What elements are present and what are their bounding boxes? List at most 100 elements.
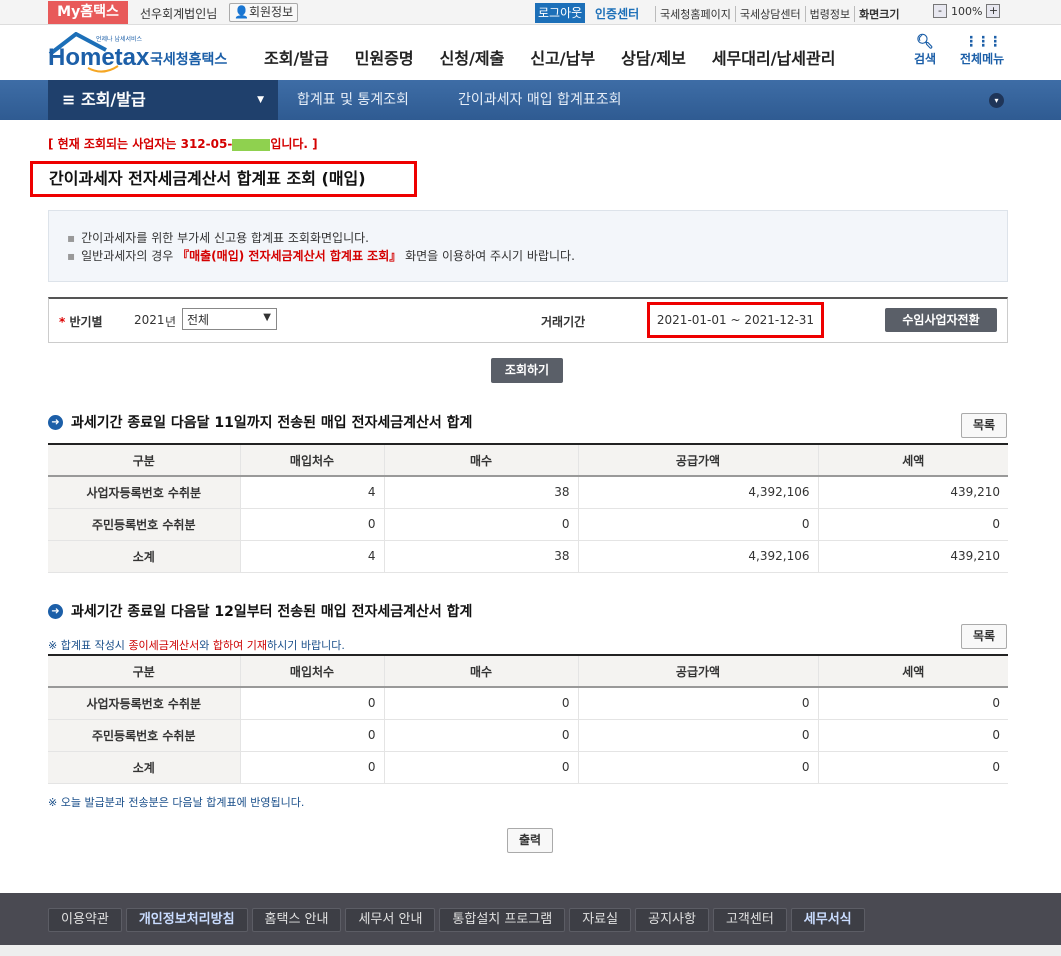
info-line: ▪ 일반과세자의 경우 『매출(매입) 전자세금계산서 합계표 조회』 화면을 이… bbox=[67, 249, 575, 263]
member-info-button[interactable]: 👤회원정보 bbox=[229, 3, 299, 22]
footer-link[interactable]: 고객센터 bbox=[712, 908, 787, 932]
search-button[interactable]: 🔍︎ 검색 bbox=[914, 34, 936, 67]
print-button[interactable]: 출력 bbox=[507, 828, 553, 853]
zoom-level: 100% bbox=[951, 4, 983, 18]
col-header: 공급가액 bbox=[577, 655, 818, 688]
chevron-down-icon: ▼ bbox=[263, 312, 271, 323]
breadcrumb-item[interactable]: 간이과세자 매입 합계표조회 bbox=[458, 80, 621, 120]
zoom-out-button[interactable]: - bbox=[933, 4, 947, 18]
caret-down-icon: ▼ bbox=[257, 95, 264, 105]
nav-agent[interactable]: 세무대리/납세관리 bbox=[712, 45, 836, 69]
col-header: 공급가액 bbox=[577, 444, 818, 477]
logo-tag: 언제나 납세서비스 bbox=[96, 36, 143, 43]
col-header: 구분 bbox=[48, 655, 240, 688]
table-cell: 0 bbox=[239, 687, 384, 720]
arrow-right-icon: ➜ bbox=[48, 414, 63, 430]
nav-inquiry[interactable]: 조회/발급 bbox=[264, 45, 329, 69]
logo-text: Hometax bbox=[48, 44, 150, 71]
table-row: 사업자등록번호 수취분 4 38 4,392,106 439,210 bbox=[48, 476, 1008, 509]
footer-links: 이용약관 개인정보처리방침 홈택스 안내 세무서 안내 통합설치 프로그램 자료… bbox=[48, 908, 865, 932]
section2-title: ➜ 과세기간 종료일 다음달 12일부터 전송된 매입 전자세금계산서 합계 bbox=[48, 601, 472, 621]
switch-business-button[interactable]: 수임사업자전환 bbox=[885, 308, 997, 332]
zoom-in-button[interactable]: + bbox=[986, 4, 1001, 18]
table-cell: 0 bbox=[383, 751, 578, 784]
col-header: 구분 bbox=[48, 444, 240, 477]
row-label: 소계 bbox=[48, 751, 240, 784]
table-cell: 439,210 bbox=[817, 476, 1008, 509]
logout-button[interactable]: 로그아웃 bbox=[535, 3, 586, 23]
col-header: 세액 bbox=[817, 444, 1008, 477]
grid-icon: ⋮⋮⋮ bbox=[964, 34, 1002, 50]
col-header: 매입처수 bbox=[239, 444, 384, 477]
footer-link[interactable]: 홈택스 안내 bbox=[251, 908, 342, 932]
search-form: * 반기별 2021 년 전체 ▼ 거래기간 2021-01-01 ~ 2021-… bbox=[48, 297, 1008, 343]
footer-link[interactable]: 공지사항 bbox=[635, 908, 709, 932]
list-button[interactable]: 목록 bbox=[961, 624, 1007, 649]
footer-link[interactable]: 세무서 안내 bbox=[345, 908, 436, 932]
half-year-label: * 반기별 bbox=[59, 315, 103, 329]
table-row: 주민등록번호 수취분 0 0 0 0 bbox=[48, 719, 1008, 752]
footer-link[interactable]: 세무서식 bbox=[790, 908, 865, 932]
logo-sub: 국세청홈택스 bbox=[150, 52, 228, 68]
nts-homepage-link[interactable]: 국세청홈페이지 bbox=[655, 6, 735, 22]
table-cell: 4,392,106 bbox=[577, 476, 818, 509]
page-title: 간이과세자 전자세금계산서 합계표 조회 (매입) bbox=[30, 161, 417, 197]
breadcrumb-menu-label: 조회/발급 bbox=[80, 90, 146, 109]
summary-table-1: 구분 매입처수 매수 공급가액 세액 사업자등록번호 수취분 4 38 4,392,106 43… bbox=[48, 443, 1008, 573]
nav-application[interactable]: 신청/제출 bbox=[440, 45, 505, 69]
breadcrumb-menu[interactable]: ≡ 조회/발급 ▼ bbox=[48, 80, 278, 120]
all-menu-button[interactable]: ⋮⋮⋮ 전체메뉴 bbox=[960, 34, 1004, 67]
table-cell: 0 bbox=[239, 508, 384, 541]
row-label: 주민등록번호 수취분 bbox=[48, 719, 240, 752]
footer-link[interactable]: 통합설치 프로그램 bbox=[439, 908, 566, 932]
info-box: ▪ 간이과세자를 위한 부가세 신고용 합계표 조회화면입니다. ▪ 일반과세자의 … bbox=[48, 210, 1008, 282]
table-cell: 38 bbox=[383, 476, 578, 509]
user-icon: 👤 bbox=[234, 5, 249, 19]
section2-note: ※ 합계표 작성시 종이세금계산서와 합하여 기재하시기 바랍니다. bbox=[48, 639, 345, 652]
col-header: 매수 bbox=[383, 444, 578, 477]
year-unit: 년 bbox=[165, 315, 177, 329]
breadcrumb-item[interactable]: 합계표 및 통계조회 bbox=[297, 80, 409, 120]
bottom-strip bbox=[0, 945, 1061, 956]
table-cell: 0 bbox=[239, 751, 384, 784]
table-cell: 0 bbox=[577, 719, 818, 752]
hamburger-icon: ≡ bbox=[62, 90, 81, 109]
period-select[interactable]: 전체 ▼ bbox=[182, 308, 277, 330]
table-cell: 38 bbox=[383, 540, 578, 573]
table-cell: 0 bbox=[383, 687, 578, 720]
my-hometax-button[interactable]: My홈택스 bbox=[48, 1, 128, 24]
zoom-control: - 100% + bbox=[933, 4, 1001, 18]
chevron-down-icon[interactable]: ▾ bbox=[989, 93, 1004, 108]
table-cell: 0 bbox=[817, 508, 1008, 541]
header-row: 구분 매입처수 매수 공급가액 세액 bbox=[48, 655, 1008, 688]
table-cell: 0 bbox=[577, 508, 818, 541]
row-label: 주민등록번호 수취분 bbox=[48, 508, 240, 541]
table-row: 소계 4 38 4,392,106 439,210 bbox=[48, 540, 1008, 573]
consult-center-link[interactable]: 국세상담센터 bbox=[734, 6, 805, 22]
table-row: 주민등록번호 수취분 0 0 0 0 bbox=[48, 508, 1008, 541]
table-cell: 0 bbox=[383, 719, 578, 752]
summary-table-2: 구분 매입처수 매수 공급가액 세액 사업자등록번호 수취분 0 0 0 0 주민등록번호 수취… bbox=[48, 654, 1008, 784]
table-cell: 4 bbox=[239, 540, 384, 573]
footer-link[interactable]: 이용약관 bbox=[48, 908, 122, 932]
table-cell: 0 bbox=[817, 687, 1008, 720]
search-label: 검색 bbox=[914, 52, 937, 66]
table-cell: 0 bbox=[577, 687, 818, 720]
nav-consult[interactable]: 상담/제보 bbox=[621, 45, 686, 69]
section1-title: ➜ 과세기간 종료일 다음달 11일까지 전송된 매입 전자세금계산서 합계 bbox=[48, 412, 472, 432]
sales-summary-link[interactable]: 『매출(매입) 전자세금계산서 합계표 조회』 bbox=[177, 249, 401, 263]
trade-period-value: 2021-01-01 ~ 2021-12-31 bbox=[647, 302, 824, 338]
law-info-link[interactable]: 법령정보 bbox=[804, 6, 854, 22]
hometax-logo[interactable]: Hometax 국세청홈택스 언제나 납세서비스 bbox=[48, 31, 228, 74]
table-row: 사업자등록번호 수취분 0 0 0 0 bbox=[48, 687, 1008, 720]
table-cell: 0 bbox=[577, 751, 818, 784]
footer-link[interactable]: 개인정보처리방침 bbox=[125, 908, 248, 932]
trade-period-label: 거래기간 bbox=[541, 315, 586, 329]
row-label: 사업자등록번호 수취분 bbox=[48, 687, 240, 720]
footer-link[interactable]: 자료실 bbox=[569, 908, 632, 932]
list-button[interactable]: 목록 bbox=[961, 413, 1007, 438]
query-button[interactable]: 조회하기 bbox=[491, 358, 563, 383]
nav-certificate[interactable]: 민원증명 bbox=[355, 45, 414, 69]
cert-center-link[interactable]: 인증센터 bbox=[595, 5, 639, 22]
nav-report-pay[interactable]: 신고/납부 bbox=[530, 45, 595, 69]
